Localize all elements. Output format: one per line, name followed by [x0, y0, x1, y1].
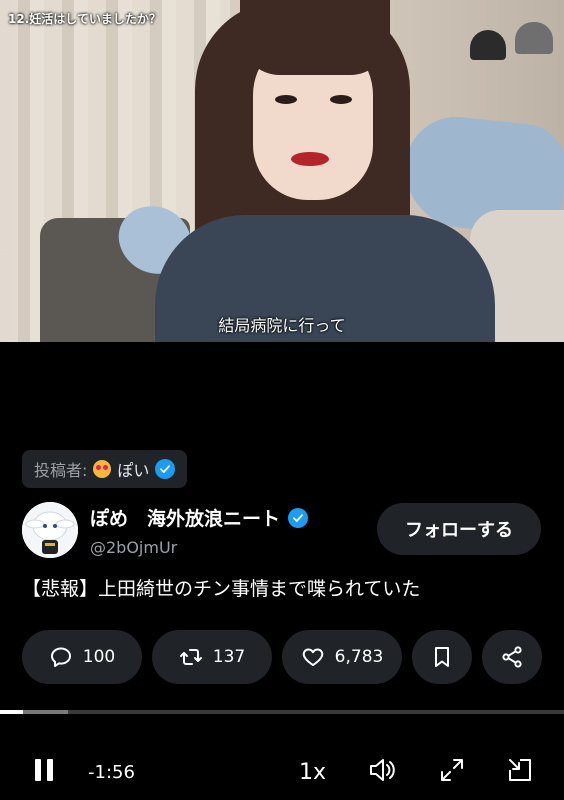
progress-played [0, 710, 23, 714]
volume-icon [370, 759, 395, 781]
reply-count: 100 [82, 647, 116, 667]
follow-button[interactable]: フォローする [377, 503, 541, 555]
posted-by-name: ぽい [117, 461, 150, 480]
author-display-name[interactable]: ぽめ 海外放浪ニート [90, 504, 309, 531]
bookmark-icon [435, 647, 449, 667]
retweet-icon [179, 649, 202, 665]
bookmark-button[interactable] [412, 630, 472, 684]
like-count: 6,783 [334, 647, 384, 667]
person-bangs [240, 0, 390, 75]
wall-hat [515, 22, 553, 54]
action-bar: 100 137 6,783 [22, 630, 542, 684]
player-controls: -1:56 1x [0, 748, 564, 800]
video-progress-bar[interactable] [0, 710, 564, 714]
share-button[interactable] [482, 630, 542, 684]
wall-hat [470, 30, 506, 60]
person-eye [330, 95, 352, 104]
person-eye [275, 95, 297, 104]
pip-icon [509, 759, 531, 781]
posted-by-label: 投稿者: [34, 461, 88, 480]
author-name-text: ぽめ 海外放浪ニート [90, 508, 281, 530]
video-top-caption: 12.妊活はしていましたか？ [8, 12, 161, 26]
author-handle[interactable]: @2bOjmUr [90, 538, 177, 557]
posted-by-chip[interactable]: 投稿者: ぽい [22, 450, 188, 488]
pause-button[interactable] [30, 756, 58, 784]
avatar[interactable] [22, 502, 78, 558]
volume-button[interactable] [368, 756, 396, 784]
video-subtitle: 結局病院に行って [218, 316, 346, 335]
heart-icon [302, 648, 323, 666]
video-frame[interactable]: 12.妊活はしていましたか？ 結局病院に行って [0, 0, 564, 342]
playback-speed-button[interactable]: 1x [299, 760, 326, 785]
tweet-text: 【悲報】上田綺世のチン事情まで喋られていた [22, 578, 421, 600]
verified-badge-icon [155, 459, 176, 479]
reply-button[interactable]: 100 [22, 630, 142, 684]
pause-icon [35, 759, 53, 781]
time-remaining: -1:56 [88, 762, 135, 783]
retweet-count: 137 [212, 647, 246, 667]
person-lips [291, 152, 329, 166]
verified-badge-icon [288, 507, 309, 528]
picture-in-picture-button[interactable] [506, 756, 534, 784]
fullscreen-button[interactable] [438, 756, 466, 784]
share-icon [502, 646, 522, 668]
retweet-button[interactable]: 137 [152, 630, 272, 684]
like-button[interactable]: 6,783 [282, 630, 402, 684]
expand-icon [441, 759, 463, 781]
reply-icon [50, 647, 71, 667]
heart-eyes-emoji-icon [93, 460, 112, 478]
